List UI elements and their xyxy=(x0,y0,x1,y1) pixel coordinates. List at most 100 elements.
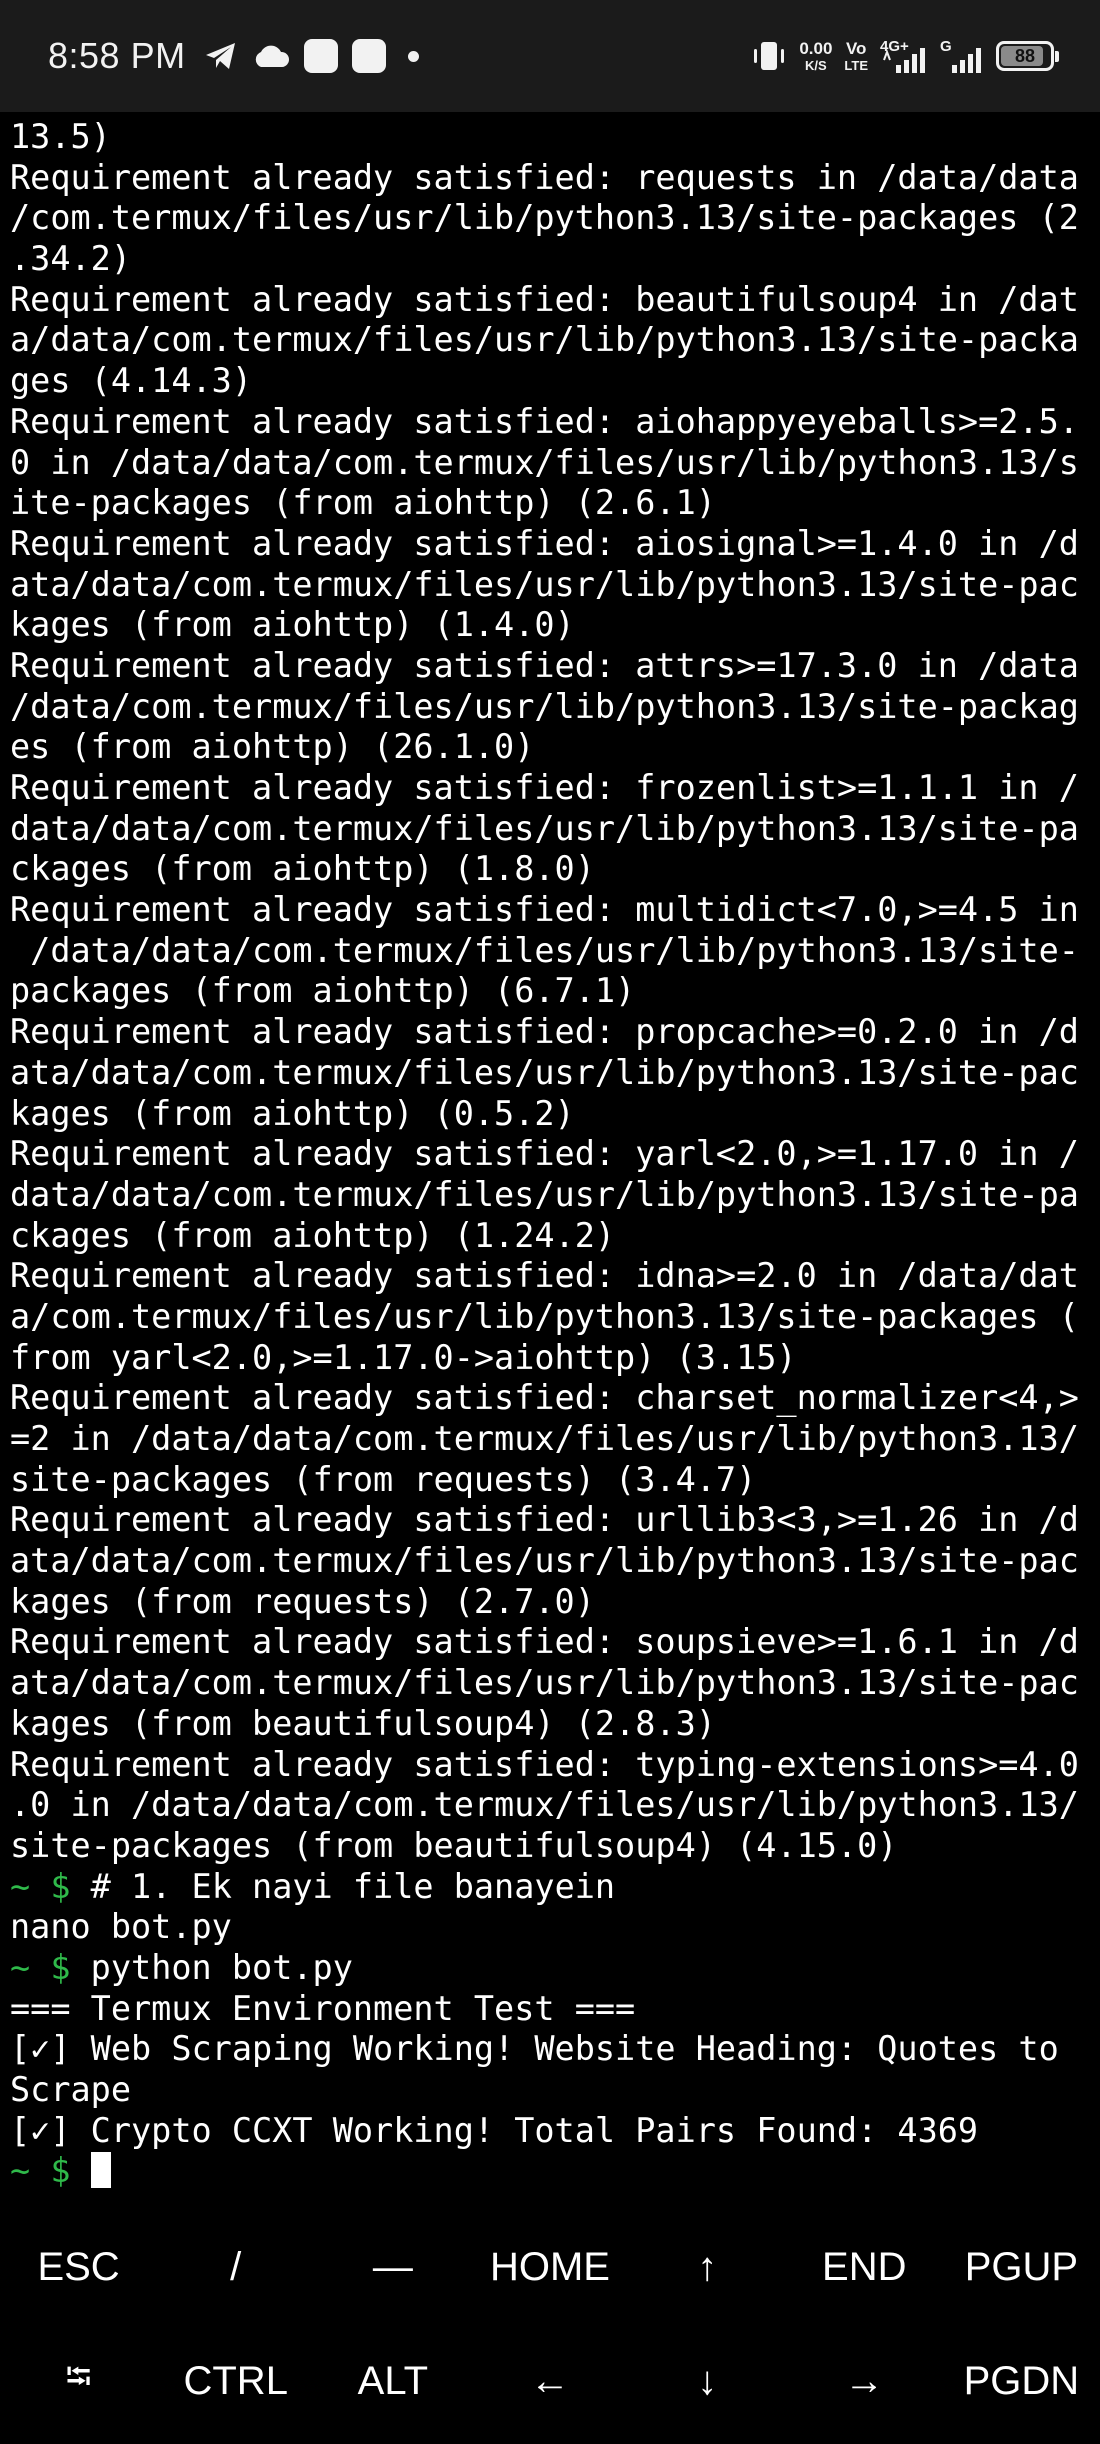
key-tab[interactable]: ⭾ xyxy=(0,2353,157,2410)
key-esc[interactable]: ESC xyxy=(0,2245,157,2290)
output-text: /com.termux/files/usr/lib/python3.13/sit… xyxy=(10,198,1079,238)
output-text: Requirement already satisfied: propcache… xyxy=(10,1012,1079,1052)
extra-keys-bar: ESC / — HOME ↑ END PGUP ⭾ CTRL ALT ← ↓ → PGDN xyxy=(0,2210,1100,2444)
output-text: /data/data/com.termux/files/usr/lib/pyth… xyxy=(10,930,1079,970)
output-text: data/data/com.termux/files/usr/lib/pytho… xyxy=(10,1174,1079,1214)
command-text: python bot.py xyxy=(70,1947,353,1987)
output-text: a/data/com.termux/files/usr/lib/python3.… xyxy=(10,320,1079,360)
output-text: data/data/com.termux/files/usr/lib/pytho… xyxy=(10,808,1079,848)
output-text: nano bot.py xyxy=(10,1907,232,1947)
output-text: es (from aiohttp) (26.1.0) xyxy=(10,727,535,767)
terminal-line: Requirement already satisfied: yarl<2.0,… xyxy=(10,1134,1100,1175)
terminal-line: kages (from aiohttp) (1.4.0) xyxy=(10,605,1100,646)
key-down-arrow[interactable]: ↓ xyxy=(629,2359,786,2404)
output-text: [✓] Web Scraping Working! Website Headin… xyxy=(10,2029,1059,2069)
key-ctrl[interactable]: CTRL xyxy=(157,2359,314,2404)
terminal-line: === Termux Environment Test === xyxy=(10,1989,1100,2030)
output-text: .0 in /data/data/com.termux/files/usr/li… xyxy=(10,1785,1079,1825)
output-text: [✓] Crypto CCXT Working! Total Pairs Fou… xyxy=(10,2110,979,2150)
key-dash[interactable]: — xyxy=(314,2245,471,2290)
data-speed-unit: K/S xyxy=(805,58,827,73)
output-text: =2 in /data/data/com.termux/files/usr/li… xyxy=(10,1419,1079,1458)
app-notification-icon xyxy=(303,39,338,73)
terminal-line: ata/data/com.termux/files/usr/lib/python… xyxy=(10,1663,1100,1704)
status-bar: 8:58 PM 0.00 K/S Vo LTE 4G+ G 88 xyxy=(0,0,1100,112)
data-speed-value: 0.00 xyxy=(799,39,833,58)
terminal-line: Requirement already satisfied: propcache… xyxy=(10,1012,1100,1053)
terminal-line: a/data/com.termux/files/usr/lib/python3.… xyxy=(10,320,1100,361)
extra-keys-row-2: ⭾ CTRL ALT ← ↓ → PGDN xyxy=(0,2324,1100,2438)
output-text: Requirement already satisfied: requests … xyxy=(10,157,1079,197)
extra-keys-row-1: ESC / — HOME ↑ END PGUP xyxy=(0,2210,1100,2324)
key-pgdn[interactable]: PGDN xyxy=(943,2359,1100,2404)
terminal-line: nano bot.py xyxy=(10,1907,1100,1948)
output-text: Requirement already satisfied: idna>=2.0… xyxy=(10,1256,1079,1296)
key-slash[interactable]: / xyxy=(157,2245,314,2290)
terminal-line: /com.termux/files/usr/lib/python3.13/sit… xyxy=(10,198,1100,239)
terminal-line: =2 in /data/data/com.termux/files/usr/li… xyxy=(10,1419,1100,1460)
output-text: ges (4.14.3) xyxy=(10,361,253,401)
terminal-line: Requirement already satisfied: beautiful… xyxy=(10,280,1100,321)
key-end[interactable]: END xyxy=(786,2245,943,2290)
output-text: ite-packages (from aiohttp) (2.6.1) xyxy=(10,483,716,523)
cloud-icon xyxy=(252,43,290,69)
terminal-line: data/data/com.termux/files/usr/lib/pytho… xyxy=(10,809,1100,850)
terminal-line: kages (from beautifulsoup4) (2.8.3) xyxy=(10,1704,1100,1745)
terminal-line: a/com.termux/files/usr/lib/python3.13/si… xyxy=(10,1297,1100,1338)
prompt-symbol: ~ $ xyxy=(10,1866,71,1906)
key-pgup[interactable]: PGUP xyxy=(943,2245,1100,2290)
terminal-line: packages (from aiohttp) (6.7.1) xyxy=(10,971,1100,1012)
volte-bottom: LTE xyxy=(844,58,868,73)
terminal-line: ckages (from aiohttp) (1.8.0) xyxy=(10,849,1100,890)
terminal-line: Requirement already satisfied: typing-ex… xyxy=(10,1745,1100,1786)
output-text: site-packages (from beautifulsoup4) (4.1… xyxy=(10,1825,898,1865)
prompt-symbol: ~ $ xyxy=(10,1947,71,1987)
key-alt[interactable]: ALT xyxy=(314,2359,471,2404)
key-up-arrow[interactable]: ↑ xyxy=(629,2245,786,2290)
output-text: Requirement already satisfied: soupsieve… xyxy=(10,1622,1079,1662)
prompt-line: ~ $ python bot.py xyxy=(10,1948,1100,1989)
terminal-line: .0 in /data/data/com.termux/files/usr/li… xyxy=(10,1785,1100,1826)
status-bar-right: 0.00 K/S Vo LTE 4G+ G 88 xyxy=(751,0,1059,112)
terminal-line: Scrape xyxy=(10,2070,1100,2111)
output-text: from yarl<2.0,>=1.17.0->aiohttp) (3.15) xyxy=(10,1337,797,1377)
output-text: ckages (from aiohttp) (1.24.2) xyxy=(10,1215,616,1255)
key-home[interactable]: HOME xyxy=(471,2245,628,2290)
output-text: Scrape xyxy=(10,2070,132,2109)
terminal-line: 13.5) xyxy=(10,117,1100,158)
terminal-line: kages (from requests) (2.7.0) xyxy=(10,1582,1100,1623)
key-right-arrow[interactable]: → xyxy=(786,2359,943,2404)
status-bar-left: 8:58 PM xyxy=(48,0,419,112)
output-text: Requirement already satisfied: aiohappye… xyxy=(10,401,1079,441)
terminal-line: Requirement already satisfied: attrs>=17… xyxy=(10,646,1100,687)
terminal-line: ckages (from aiohttp) (1.24.2) xyxy=(10,1216,1100,1257)
output-text: packages (from aiohttp) (6.7.1) xyxy=(10,971,636,1011)
terminal-line: from yarl<2.0,>=1.17.0->aiohttp) (3.15) xyxy=(10,1338,1100,1379)
output-text: Requirement already satisfied: urllib3<3… xyxy=(10,1500,1079,1540)
terminal-output[interactable]: 13.5) Requirement already satisfied: requ… xyxy=(10,117,1100,2192)
output-text: kages (from aiohttp) (1.4.0) xyxy=(10,605,575,645)
terminal-line: Requirement already satisfied: urllib3<3… xyxy=(10,1500,1100,1541)
text-cursor xyxy=(90,2152,111,2189)
output-text: Requirement already satisfied: yarl<2.0,… xyxy=(10,1134,1079,1174)
key-left-arrow[interactable]: ← xyxy=(471,2359,628,2404)
terminal-line: Requirement already satisfied: aiohappye… xyxy=(10,402,1100,443)
output-text: kages (from aiohttp) (0.5.2) xyxy=(10,1093,575,1133)
terminal-line: ata/data/com.termux/files/usr/lib/python… xyxy=(10,565,1100,606)
command-text xyxy=(71,2151,91,2190)
terminal-line: ges (4.14.3) xyxy=(10,361,1100,402)
terminal-line: ata/data/com.termux/files/usr/lib/python… xyxy=(10,1053,1100,1094)
output-text: Requirement already satisfied: beautiful… xyxy=(10,279,1079,319)
output-text: Requirement already satisfied: multidict… xyxy=(10,890,1079,930)
terminal-line: Requirement already satisfied: charset_n… xyxy=(10,1378,1100,1419)
output-text: a/com.termux/files/usr/lib/python3.13/si… xyxy=(10,1296,1079,1336)
prompt-line: ~ $ xyxy=(10,2151,1100,2192)
terminal-line: Requirement already satisfied: soupsieve… xyxy=(10,1622,1100,1663)
terminal-line: [✓] Web Scraping Working! Website Headin… xyxy=(10,2029,1100,2070)
output-text: ata/data/com.termux/files/usr/lib/python… xyxy=(10,564,1079,604)
terminal-line: ite-packages (from aiohttp) (2.6.1) xyxy=(10,483,1100,524)
output-text: ata/data/com.termux/files/usr/lib/python… xyxy=(10,1052,1079,1092)
output-text: kages (from requests) (2.7.0) xyxy=(10,1581,595,1621)
volte-indicator: Vo LTE xyxy=(844,40,868,72)
telegram-icon xyxy=(204,41,238,71)
